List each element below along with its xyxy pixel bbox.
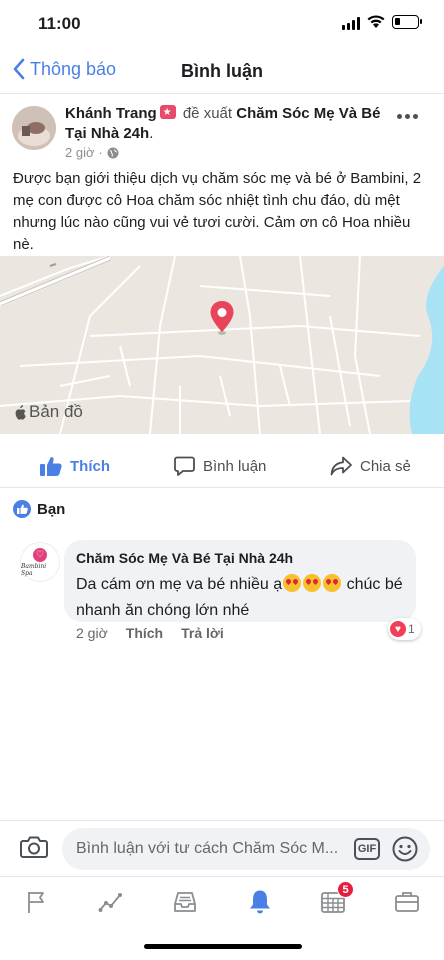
avatar-logo-text: Bambini Spa bbox=[21, 562, 47, 577]
author-avatar[interactable] bbox=[12, 106, 56, 150]
post-author[interactable]: Khánh Trang bbox=[65, 105, 157, 122]
friends-reactions[interactable]: Bạn bbox=[13, 500, 65, 518]
status-time: 11:00 bbox=[38, 14, 81, 33]
insights-icon bbox=[98, 893, 122, 912]
tab-bar: 5 bbox=[0, 876, 444, 926]
comment-bubble[interactable]: Chăm Sóc Mẹ Và Bé Tại Nhà 24h Da cám ơn … bbox=[64, 540, 416, 622]
comment-reactions[interactable]: ♥ 1 bbox=[388, 618, 421, 640]
comment-input[interactable] bbox=[76, 840, 356, 858]
heart-eyes-emoji-icon bbox=[323, 574, 342, 592]
post-verb: đề xuất bbox=[182, 105, 233, 122]
camera-icon[interactable] bbox=[20, 835, 48, 859]
more-options-button[interactable] bbox=[397, 114, 418, 119]
share-label: Chia sẻ bbox=[360, 457, 411, 475]
post-header: Khánh Trang đề xuất Chăm Sóc Mẹ Và Bé Tạ… bbox=[65, 103, 395, 144]
comment-composer: GIF bbox=[0, 820, 444, 876]
comment-reply-button[interactable]: Trả lời bbox=[181, 625, 224, 641]
comment-field[interactable]: GIF bbox=[62, 828, 430, 870]
like-label: Thích bbox=[70, 457, 110, 475]
map-pin-icon bbox=[210, 301, 234, 335]
comment-icon bbox=[174, 456, 195, 476]
inbox-icon bbox=[174, 892, 196, 912]
post-actions: Thích Bình luận Chia sẻ bbox=[0, 446, 444, 488]
status-bar: 11:00 bbox=[0, 0, 444, 48]
globe-icon bbox=[107, 147, 119, 158]
comment-time: 2 giờ bbox=[76, 625, 108, 641]
love-reaction-icon: ♥ bbox=[390, 621, 406, 637]
heart-eyes-emoji-icon bbox=[283, 574, 302, 592]
wifi-icon bbox=[367, 15, 385, 28]
share-icon bbox=[330, 456, 352, 476]
bambini-logo-icon: ♡ bbox=[33, 547, 47, 562]
home-indicator[interactable] bbox=[144, 944, 302, 949]
apple-icon bbox=[15, 404, 26, 420]
page-title: Bình luận bbox=[181, 61, 263, 81]
battery-icon bbox=[392, 15, 422, 29]
map-attribution: Bản đồ bbox=[14, 402, 83, 422]
tab-tools[interactable] bbox=[392, 887, 422, 917]
comment-like-button[interactable]: Thích bbox=[126, 625, 163, 641]
map-preview[interactable]: Bản đồ bbox=[0, 256, 444, 434]
emoji-icon[interactable] bbox=[392, 836, 418, 862]
gif-button[interactable]: GIF bbox=[354, 838, 380, 860]
reaction-count: 1 bbox=[408, 622, 415, 636]
post-time: 2 giờ bbox=[65, 145, 95, 160]
flag-icon bbox=[28, 892, 44, 913]
nav-bar: Thông báo Bình luận bbox=[0, 50, 444, 94]
top-fan-badge-icon bbox=[159, 103, 176, 123]
comment-label: Bình luận bbox=[203, 457, 267, 475]
tab-calendar[interactable]: 5 bbox=[318, 881, 354, 917]
comment-text: Da cám ơn mẹ va bé nhiều ạ chúc bé nhanh… bbox=[76, 574, 403, 619]
like-reaction-icon bbox=[13, 500, 31, 518]
tab-insights[interactable] bbox=[96, 887, 126, 917]
tab-notifications[interactable] bbox=[245, 887, 275, 917]
commenter-avatar[interactable]: ♡ Bambini Spa bbox=[20, 542, 60, 582]
thumbs-up-icon bbox=[40, 457, 62, 476]
briefcase-icon bbox=[395, 892, 419, 912]
post-text: Được bạn giới thiệu dịch vụ chăm sóc mẹ … bbox=[13, 170, 422, 253]
map-label: Bản đồ bbox=[29, 402, 83, 421]
tab-inbox[interactable] bbox=[170, 887, 200, 917]
comment-author[interactable]: Chăm Sóc Mẹ Và Bé Tại Nhà 24h bbox=[76, 548, 404, 568]
signal-icon bbox=[342, 16, 360, 30]
comment-meta: 2 giờ Thích Trả lời bbox=[76, 625, 224, 641]
bell-icon bbox=[250, 890, 270, 914]
share-button[interactable]: Chia sẻ bbox=[330, 456, 411, 476]
post-meta: 2 giờ · bbox=[65, 145, 119, 160]
heart-eyes-emoji-icon bbox=[303, 574, 322, 592]
calendar-badge: 5 bbox=[337, 881, 354, 898]
tab-pages[interactable] bbox=[22, 887, 52, 917]
friends-label: Bạn bbox=[37, 500, 66, 518]
like-button[interactable]: Thích bbox=[40, 456, 110, 476]
comment-button[interactable]: Bình luận bbox=[174, 456, 266, 476]
